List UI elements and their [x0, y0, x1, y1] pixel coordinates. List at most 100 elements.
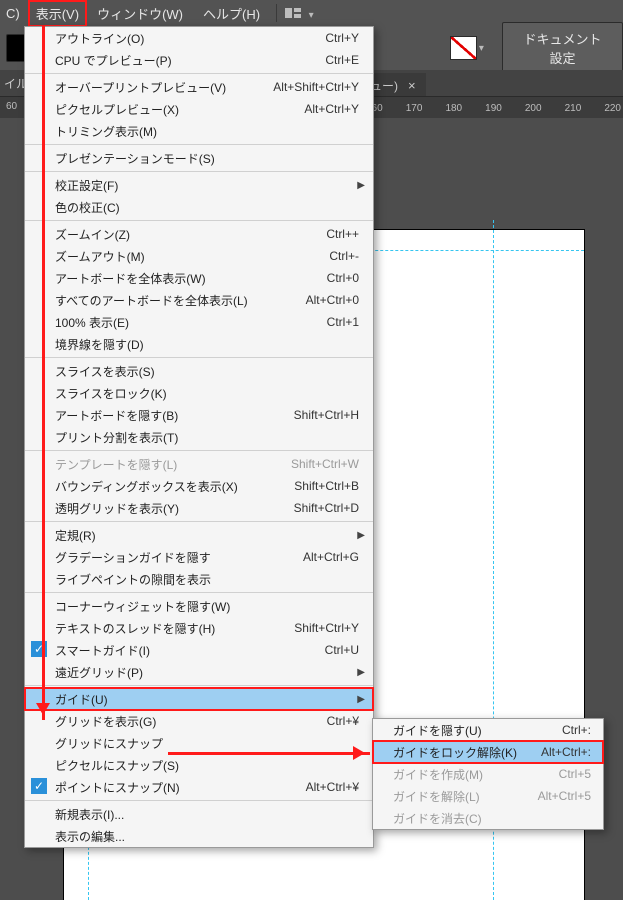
menu-label: スライスをロック(K): [55, 385, 359, 402]
menu-zoom-out[interactable]: ズームアウト(M) Ctrl+-: [25, 245, 373, 267]
menu-edit-views[interactable]: 表示の編集...: [25, 825, 373, 847]
check-icon: ✓: [31, 778, 47, 794]
menu-new-view[interactable]: 新規表示(I)...: [25, 803, 373, 825]
menu-shortcut: Alt+Ctrl+G: [303, 550, 359, 564]
chevron-right-icon: ▶: [357, 667, 365, 678]
menu-rulers[interactable]: 定規(R) ▶: [25, 524, 373, 546]
close-icon[interactable]: ×: [408, 78, 416, 93]
menu-proof-colors[interactable]: 色の校正(C): [25, 196, 373, 218]
menu-shortcut: Ctrl+¥: [327, 714, 359, 728]
menu-item-help[interactable]: ヘルプ(H): [193, 0, 270, 27]
menu-label: ガイドを作成(M): [393, 766, 547, 783]
ruler-tick: 220: [604, 103, 621, 114]
menu-label: トリミング表示(M): [55, 123, 359, 140]
menu-fit-artboard[interactable]: アートボードを全体表示(W) Ctrl+0: [25, 267, 373, 289]
menu-hide-text-threads[interactable]: テキストのスレッドを隠す(H) Shift+Ctrl+Y: [25, 617, 373, 639]
menu-shortcut: Ctrl+:: [562, 723, 591, 737]
menu-label: スマートガイド(I): [55, 642, 313, 659]
menu-label: 定規(R): [55, 527, 359, 544]
menu-label: ポイントにスナップ(N): [55, 779, 294, 796]
menu-hide-gradient-annotator[interactable]: グラデーションガイドを隠す Alt+Ctrl+G: [25, 546, 373, 568]
menu-shortcut: Shift+Ctrl+D: [294, 501, 359, 515]
menu-label: テキストのスレッドを隠す(H): [55, 620, 282, 637]
menu-label: 遠近グリッド(P): [55, 664, 359, 681]
menu-pixel-preview[interactable]: ピクセルプレビュー(X) Alt+Ctrl+Y: [25, 98, 373, 120]
menu-label: ライブペイントの隙間を表示: [55, 571, 359, 588]
menu-outline[interactable]: アウトライン(O) Ctrl+Y: [25, 27, 373, 49]
menu-item-window[interactable]: ウィンドウ(W): [87, 0, 193, 27]
chevron-right-icon: ▶: [357, 694, 365, 705]
workspace-switcher[interactable]: ▾: [283, 6, 314, 21]
menu-hide-edges[interactable]: 境界線を隠す(D): [25, 333, 373, 355]
menu-guides[interactable]: ガイド(U) ▶: [25, 688, 373, 710]
menu-trim-view[interactable]: トリミング表示(M): [25, 120, 373, 142]
menu-shortcut: Ctrl+Y: [325, 31, 359, 45]
menu-presentation-mode[interactable]: プレゼンテーションモード(S): [25, 147, 373, 169]
menu-smart-guides[interactable]: ✓ スマートガイド(I) Ctrl+U: [25, 639, 373, 661]
ruler-tick: 170: [406, 103, 423, 114]
menu-overprint-preview[interactable]: オーバープリントプレビュー(V) Alt+Shift+Ctrl+Y: [25, 76, 373, 98]
menu-item-view[interactable]: 表示(V): [28, 0, 87, 27]
menu-label: 色の校正(C): [55, 199, 359, 216]
menu-label: 透明グリッドを表示(Y): [55, 500, 282, 517]
menu-label: 100% 表示(E): [55, 314, 315, 331]
menu-label: ズームアウト(M): [55, 248, 317, 265]
menu-label: ガイドを隠す(U): [393, 722, 550, 739]
menu-shortcut: Ctrl+-: [329, 249, 359, 263]
menu-show-livepaint-gaps[interactable]: ライブペイントの隙間を表示: [25, 568, 373, 590]
document-tab-label: ュー): [370, 77, 398, 94]
ruler-tick: 190: [485, 103, 502, 114]
menu-shortcut: Alt+Ctrl+0: [306, 293, 359, 307]
menu-lock-slices[interactable]: スライスをロック(K): [25, 382, 373, 404]
menu-actual-size[interactable]: 100% 表示(E) Ctrl+1: [25, 311, 373, 333]
annotation-arrow-right: [168, 752, 370, 755]
menu-hide-artboards[interactable]: アートボードを隠す(B) Shift+Ctrl+H: [25, 404, 373, 426]
menu-label: コーナーウィジェットを隠す(W): [55, 598, 359, 615]
ruler-tick: 200: [525, 103, 542, 114]
submenu-release-guides: ガイドを解除(L) Alt+Ctrl+5: [373, 785, 603, 807]
ruler-tick: 210: [565, 103, 582, 114]
document-setup-button[interactable]: ドキュメント設定: [502, 22, 623, 74]
menu-shortcut: Alt+Ctrl+Y: [304, 102, 359, 116]
menu-proof-setup[interactable]: 校正設定(F) ▶: [25, 174, 373, 196]
menu-shortcut: Ctrl+5: [559, 767, 591, 781]
menu-zoom-in[interactable]: ズームイン(Z) Ctrl++: [25, 223, 373, 245]
menu-label: 新規表示(I)...: [55, 806, 359, 823]
menu-label: ズームイン(Z): [55, 226, 314, 243]
menu-snap-to-grid[interactable]: グリッドにスナップ: [25, 732, 373, 754]
menu-label: アートボードを全体表示(W): [55, 270, 315, 287]
menu-label: すべてのアートボードを全体表示(L): [55, 292, 294, 309]
menu-cpu-preview[interactable]: CPU でプレビュー(P) Ctrl+E: [25, 49, 373, 71]
menu-label: バウンディングボックスを表示(X): [55, 478, 282, 495]
menu-label: アウトライン(O): [55, 30, 313, 47]
submenu-unlock-guides[interactable]: ガイドをロック解除(K) Alt+Ctrl+:: [373, 741, 603, 763]
stroke-swatch-none[interactable]: [450, 36, 477, 60]
ruler-tick: 60: [6, 101, 17, 112]
menu-show-print-tiling[interactable]: プリント分割を表示(T): [25, 426, 373, 448]
menu-show-transparency-grid[interactable]: 透明グリッドを表示(Y) Shift+Ctrl+D: [25, 497, 373, 519]
menu-label: アートボードを隠す(B): [55, 407, 282, 424]
menu-show-grid[interactable]: グリッドを表示(G) Ctrl+¥: [25, 710, 373, 732]
chevron-down-icon: ▾: [479, 43, 484, 54]
menu-snap-to-pixel[interactable]: ピクセルにスナップ(S): [25, 754, 373, 776]
menu-label: 校正設定(F): [55, 177, 359, 194]
panel-layout-icon: [285, 8, 301, 18]
menu-label: CPU でプレビュー(P): [55, 52, 313, 69]
annotation-arrow-down: [42, 26, 45, 720]
menu-snap-to-point[interactable]: ✓ ポイントにスナップ(N) Alt+Ctrl+¥: [25, 776, 373, 798]
menu-label: プリント分割を表示(T): [55, 429, 359, 446]
menu-show-slices[interactable]: スライスを表示(S): [25, 360, 373, 382]
menu-shortcut: Shift+Ctrl+H: [294, 408, 359, 422]
menu-hide-corner-widget[interactable]: コーナーウィジェットを隠す(W): [25, 595, 373, 617]
menu-perspective-grid[interactable]: 遠近グリッド(P) ▶: [25, 661, 373, 683]
menu-item-prev[interactable]: C): [2, 2, 24, 25]
menu-shortcut: Alt+Ctrl+¥: [306, 780, 359, 794]
menu-show-bounding-box[interactable]: バウンディングボックスを表示(X) Shift+Ctrl+B: [25, 475, 373, 497]
menu-shortcut: Shift+Ctrl+Y: [294, 621, 359, 635]
menu-fit-all-artboards[interactable]: すべてのアートボードを全体表示(L) Alt+Ctrl+0: [25, 289, 373, 311]
view-menu-dropdown: アウトライン(O) Ctrl+Y CPU でプレビュー(P) Ctrl+E オー…: [24, 26, 374, 848]
menu-label: テンプレートを隠す(L): [55, 456, 279, 473]
menu-label: 表示の編集...: [55, 828, 359, 845]
menu-label: ガイドをロック解除(K): [393, 744, 529, 761]
submenu-hide-guides[interactable]: ガイドを隠す(U) Ctrl+:: [373, 719, 603, 741]
